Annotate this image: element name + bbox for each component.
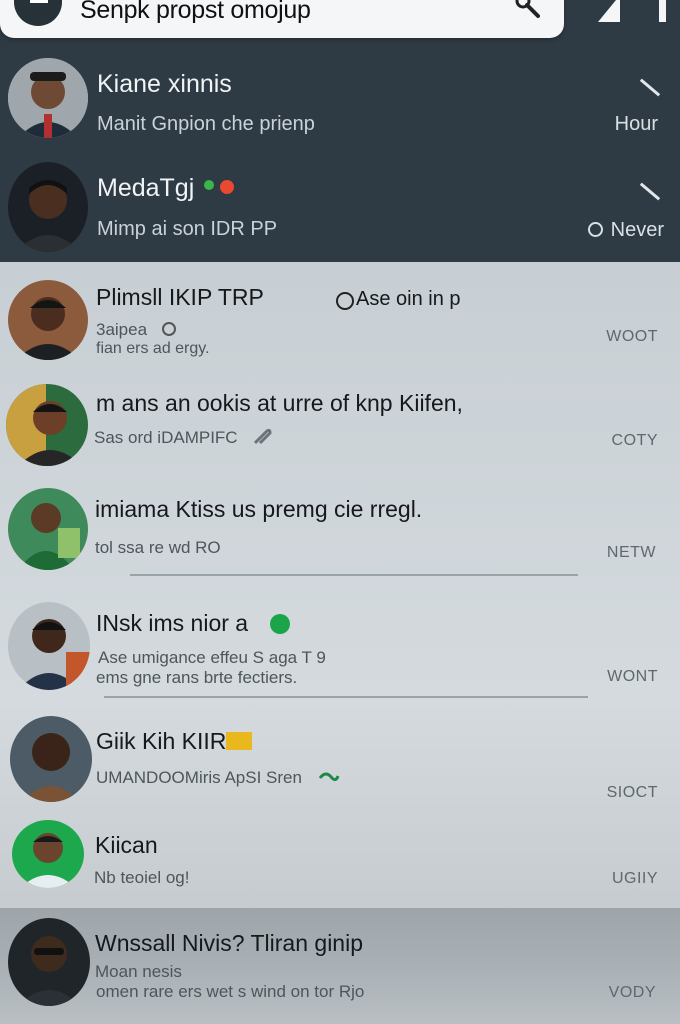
label-icon xyxy=(226,732,252,750)
chat-preview: Nb teoiel og! xyxy=(94,868,190,887)
avatar xyxy=(12,820,84,888)
chat-row[interactable]: Kiane xinnis Manit Gnpion che prienp Hou… xyxy=(0,56,680,156)
chat-preview: Sas ord iDAMPIFC xyxy=(94,428,238,447)
emoji-icon xyxy=(204,180,214,190)
chat-name: Giik Kih KIIR xyxy=(96,728,227,754)
search-icon[interactable] xyxy=(512,0,542,22)
divider xyxy=(130,574,578,576)
chat-row[interactable]: Wnssall Nivis? Tliran ginip Moan nesis o… xyxy=(0,914,680,1022)
chevron-icon xyxy=(639,78,661,97)
avatar xyxy=(8,918,90,1006)
compose-icon[interactable] xyxy=(596,0,622,24)
chat-time: VODY xyxy=(608,984,656,1001)
chat-row[interactable]: INsk ims nior a Ase umigance effeu S aga… xyxy=(0,600,680,704)
back-icon[interactable] xyxy=(14,0,62,26)
chat-preview-secondary: omen rare ers wet s wind on tor Rjo xyxy=(96,982,365,1001)
status-icon xyxy=(162,322,176,336)
chat-preview: tol ssa re wd RO xyxy=(95,538,221,557)
chat-row[interactable]: imiama Ktiss us premg cie rregl. tol ssa… xyxy=(0,484,680,584)
chat-preview: Ase umigance effeu S aga T 9 xyxy=(98,648,326,667)
chat-preview-secondary: fian ers ad ergy. xyxy=(96,340,210,357)
online-dot xyxy=(270,614,290,634)
avatar xyxy=(8,162,88,252)
chat-time: COTY xyxy=(611,432,658,449)
location-icon xyxy=(336,292,354,310)
search-input[interactable]: Senpk propst omojup xyxy=(80,0,311,25)
chat-row[interactable]: Kiican Nb teoiel og! UGIIY xyxy=(0,818,680,906)
chat-row[interactable]: Giik Kih KIIR UMANDOOMiris ApSI Sren SIO… xyxy=(0,714,680,814)
chat-name: MedaTgj xyxy=(97,174,195,202)
chat-name: INsk ims nior a xyxy=(96,610,249,636)
chat-row[interactable]: Plimsll IKIP TRP Ase oin in p 3aipea fia… xyxy=(0,276,680,376)
clock-icon xyxy=(588,222,603,237)
avatar xyxy=(6,384,88,466)
chat-preview: UMANDOOMiris ApSI Sren xyxy=(96,768,302,787)
menu-icon[interactable] xyxy=(656,0,668,24)
chat-time: WONT xyxy=(607,668,658,685)
avatar xyxy=(8,58,88,138)
chat-name: imiama Ktiss us premg cie rregl. xyxy=(95,496,423,522)
chat-row[interactable]: MedaTgj Mimp ai son IDR PP Never xyxy=(0,160,680,260)
chat-name: Kiane xinnis xyxy=(97,70,232,98)
chevron-icon xyxy=(639,182,661,201)
divider xyxy=(104,696,588,698)
chat-time: Never xyxy=(610,219,664,241)
chat-name: Kiican xyxy=(95,832,158,858)
avatar xyxy=(8,488,88,570)
chat-time: UGIIY xyxy=(611,870,658,887)
attachment-icon xyxy=(253,428,272,445)
chat-preview-secondary: ems gne rans brte fectiers. xyxy=(96,668,298,687)
chat-name: Plimsll IKIP TRP xyxy=(96,284,264,310)
emoji-icon xyxy=(220,180,234,194)
avatar xyxy=(10,716,92,802)
reaction-icon xyxy=(318,772,340,782)
chat-row[interactable]: m ans an ookis at urre of knp Kiifen, Sa… xyxy=(0,380,680,480)
chat-preview: Moan nesis xyxy=(95,962,182,981)
chat-name: m ans an ookis at urre of knp Kiifen, xyxy=(96,390,463,416)
chat-preview: Mimp ai son IDR PP xyxy=(97,218,278,240)
chat-preview: 3aipea xyxy=(96,320,148,339)
chat-name: Wnssall Nivis? Tliran ginip xyxy=(95,930,363,956)
chat-time: SIOCT xyxy=(606,784,658,801)
chat-time: NETW xyxy=(606,544,656,561)
chat-time: WOOT xyxy=(606,328,658,345)
chat-tag: Ase oin in p xyxy=(356,288,461,310)
avatar xyxy=(8,280,88,360)
chat-time: Hour xyxy=(614,113,658,135)
chat-preview: Manit Gnpion che prienp xyxy=(97,113,315,135)
avatar xyxy=(8,602,90,690)
search-bar[interactable]: Senpk propst omojup xyxy=(0,0,564,38)
